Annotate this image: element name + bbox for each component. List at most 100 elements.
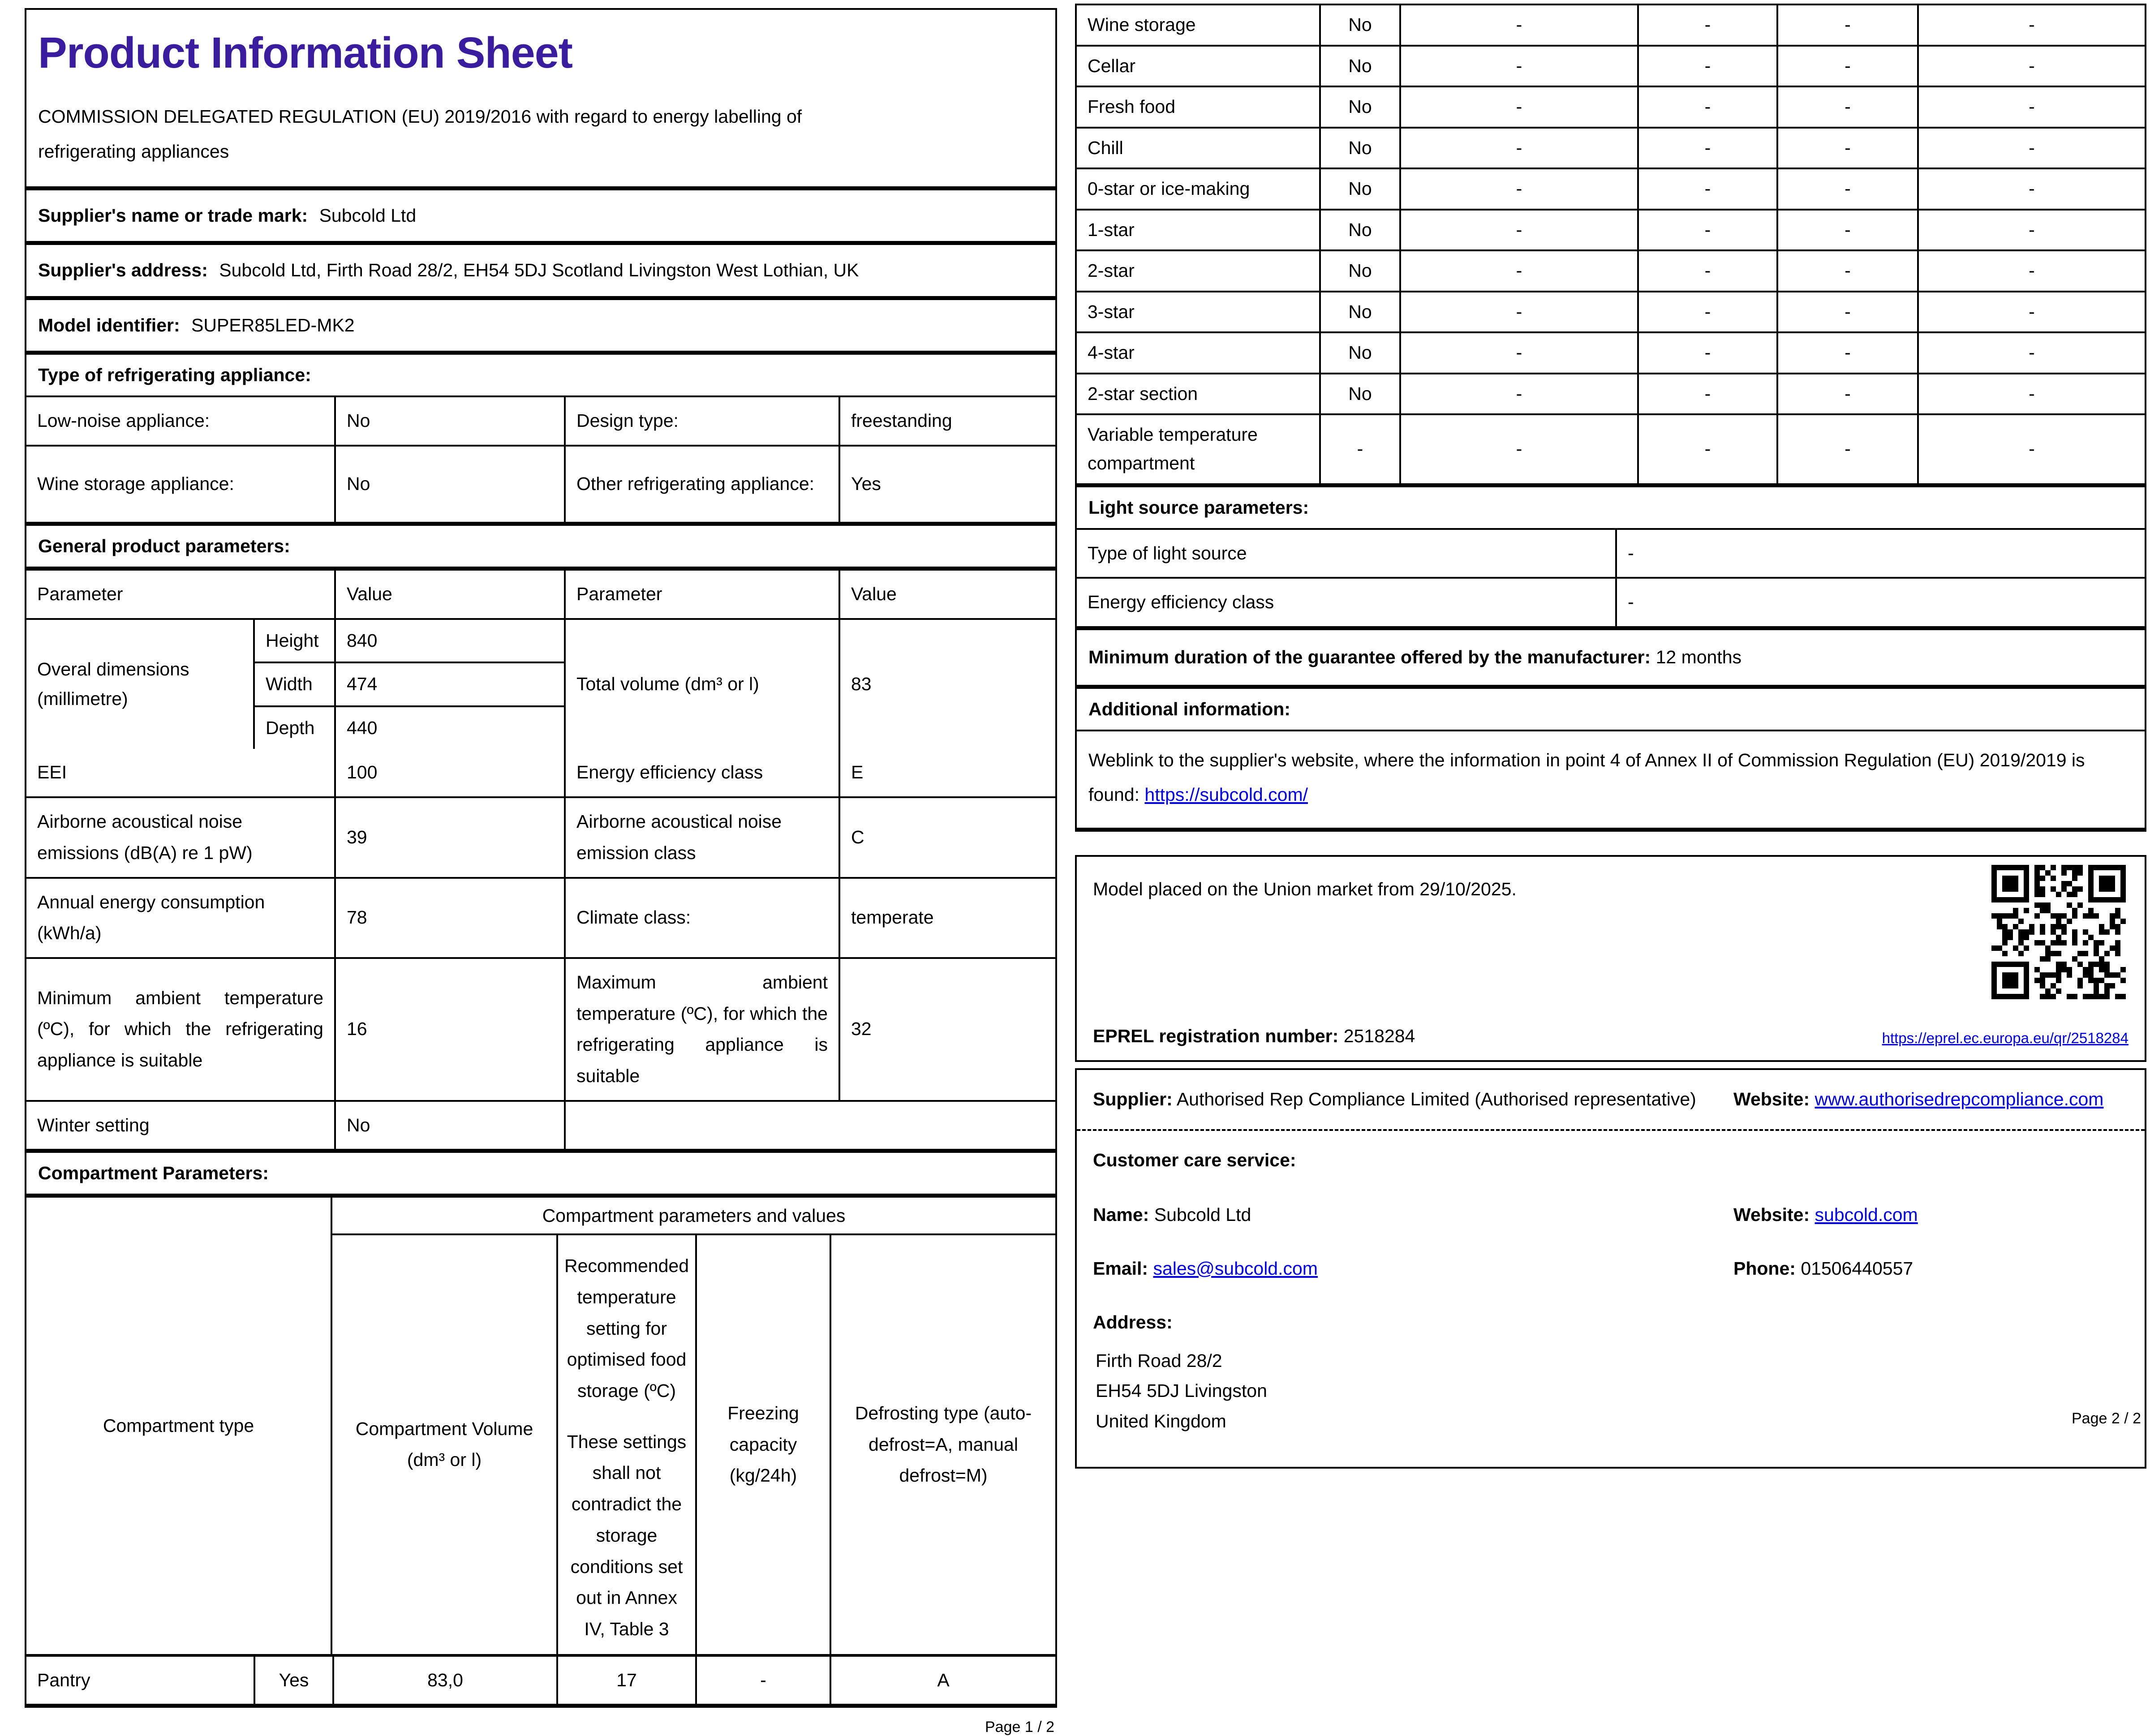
compartment-row-label: Chill	[1077, 129, 1319, 168]
wine-storage-label: Wine storage appliance:	[26, 447, 334, 522]
annual-energy-value: 78	[334, 879, 564, 957]
min-temp-value: 16	[334, 959, 564, 1100]
eei-label: EEI	[26, 749, 334, 796]
general-section-header: General product parameters:	[25, 526, 1057, 571]
compartment-row-temp: -	[1637, 251, 1776, 291]
dimensions-label: Overal dimensions (millimetre)	[26, 620, 253, 749]
compartment-row-volume: -	[1399, 333, 1637, 373]
compartment-row-defrost: -	[1917, 333, 2145, 373]
type-row-1: Low-noise appliance: No Design type: fre…	[26, 397, 1055, 445]
annual-energy-label: Annual energy consumption (kWh/a)	[26, 879, 334, 957]
guarantee-value: 12 months	[1656, 647, 1742, 667]
compartment-row-defrost: -	[1917, 47, 2145, 86]
pantry-volume: 83,0	[332, 1657, 556, 1704]
compartment-row-present: No	[1319, 129, 1399, 168]
compartment-row: 4-star No - - - -	[1077, 331, 2145, 373]
care-website-link[interactable]: subcold.com	[1815, 1204, 1918, 1225]
model-identifier-row: Model identifier: SUPER85LED-MK2	[25, 300, 1057, 355]
compartment-row-label: 0-star or ice-making	[1077, 169, 1319, 209]
compartment-row-volume: -	[1399, 374, 1637, 414]
supplier-label: Supplier:	[1093, 1089, 1173, 1109]
care-email-row: Email: sales@subcold.com Phone: 01506440…	[1093, 1252, 2128, 1286]
compartment-row: Cellar No - - - -	[1077, 45, 2145, 86]
customer-care-section: Customer care service: Name: Subcold Ltd…	[1077, 1131, 2145, 1467]
compartment-row: Chill No - - - -	[1077, 127, 2145, 168]
wine-storage-value: No	[334, 447, 564, 522]
compartment-type-col-header: Compartment type	[26, 1198, 332, 1654]
additional-info-header: Additional information:	[1077, 689, 2145, 731]
type-section: Type of refrigerating appliance: Low-noi…	[25, 355, 1057, 526]
noise-label: Airborne acoustical noise emissions (dB(…	[26, 798, 334, 877]
guarantee-row: Minimum duration of the guarantee offere…	[1075, 630, 2146, 689]
compartment-row: 2-star section No - - - -	[1077, 373, 2145, 414]
compartment-row-volume: -	[1399, 47, 1637, 86]
compartment-row-volume: -	[1399, 87, 1637, 127]
compartment-row-label: 3-star	[1077, 292, 1319, 332]
supplier-website-cell: Website: www.authorisedrepcompliance.com	[1733, 1083, 2128, 1117]
compartment-row-freezing: -	[1776, 251, 1917, 291]
winter-label: Winter setting	[26, 1102, 334, 1149]
care-name-row: Name: Subcold Ltd Website: subcold.com	[1093, 1198, 2128, 1232]
energy-class-value: E	[838, 749, 1055, 796]
temp-col-header-line2: These settings shall not contradict the …	[565, 1427, 688, 1645]
compartment-row-freezing: -	[1776, 129, 1917, 168]
supplier-website-label: Website:	[1733, 1089, 1810, 1109]
compartment-row-freezing: -	[1776, 333, 1917, 373]
climate-value: temperate	[838, 879, 1055, 957]
col-value-1: Value	[334, 571, 564, 618]
compartment-row-present: No	[1319, 292, 1399, 332]
supplier-box: Supplier: Authorised Rep Compliance Limi…	[1075, 1068, 2146, 1469]
light-source-class-value: -	[1615, 579, 2145, 626]
care-address-lines: Firth Road 28/2 EH54 5DJ Livingston Unit…	[1093, 1346, 2128, 1437]
compartment-row-defrost: -	[1917, 169, 2145, 209]
compartment-row-freezing: -	[1776, 87, 1917, 127]
care-address-label: Address:	[1093, 1306, 2128, 1340]
compartment-row-volume: -	[1399, 292, 1637, 332]
compartment-row-defrost: -	[1917, 87, 2145, 127]
design-type-value: freestanding	[838, 397, 1055, 445]
compartment-row-present: No	[1319, 374, 1399, 414]
general-header-row: Parameter Value Parameter Value	[26, 571, 1055, 618]
eprel-value: 2518284	[1344, 1026, 1415, 1046]
compartment-row-label: 4-star	[1077, 333, 1319, 373]
compartment-continuation-table: Wine storage No - - - - Cellar No - - - …	[1075, 4, 2146, 487]
dimension-depth-value: 440	[334, 705, 564, 749]
dimension-height-label: Height	[253, 620, 334, 662]
pantry-label: Pantry	[26, 1657, 254, 1704]
weblink-paragraph: Weblink to the supplier's website, where…	[1077, 731, 2120, 828]
max-temp-value: 32	[838, 959, 1055, 1100]
supplier-value: Authorised Rep Compliance Limited (Autho…	[1177, 1089, 1696, 1109]
eprel-link[interactable]: https://eprel.ec.europa.eu/qr/2518284	[1882, 1030, 2128, 1047]
supplier-address-label: Supplier's address:	[38, 260, 208, 280]
care-phone-cell: Phone: 01506440557	[1733, 1252, 2128, 1286]
supplier-weblink[interactable]: https://subcold.com/	[1144, 784, 1308, 805]
dimensions-row: Overal dimensions (millimetre) Height 84…	[26, 618, 1055, 749]
compartment-row-freezing: -	[1776, 169, 1917, 209]
compartment-row-temp: -	[1637, 47, 1776, 86]
compartment-row-volume: -	[1399, 129, 1637, 168]
compartment-row-label: Cellar	[1077, 47, 1319, 86]
compartment-row-present: No	[1319, 87, 1399, 127]
supplier-website-link[interactable]: www.authorisedrepcompliance.com	[1815, 1089, 2104, 1109]
compartment-row-temp: -	[1637, 211, 1776, 250]
annual-energy-row: Annual energy consumption (kWh/a) 78 Cli…	[26, 877, 1055, 957]
light-source-class-label: Energy efficiency class	[1077, 579, 1615, 626]
light-source-class-row: Energy efficiency class -	[1077, 577, 2145, 626]
supplier-name-label: Supplier's name or trade mark:	[38, 205, 308, 226]
compartment-row-temp: -	[1637, 129, 1776, 168]
compartment-row-present: No	[1319, 5, 1399, 45]
compartment-row-freezing: -	[1776, 415, 1917, 483]
compartment-row-defrost: -	[1917, 129, 2145, 168]
compartment-row-volume: -	[1399, 211, 1637, 250]
care-website-cell: Website: subcold.com	[1733, 1198, 2128, 1232]
compartment-row-temp: -	[1637, 374, 1776, 414]
col-value-2: Value	[838, 571, 1055, 618]
compartment-row-label: 1-star	[1077, 211, 1319, 250]
compartment-row-freezing: -	[1776, 47, 1917, 86]
care-email-link[interactable]: sales@subcold.com	[1153, 1258, 1318, 1279]
supplier-address-row: Supplier's address: Subcold Ltd, Firth R…	[25, 245, 1057, 300]
address-line: EH54 5DJ Livingston	[1093, 1376, 2128, 1406]
compartment-row-temp: -	[1637, 169, 1776, 209]
care-email-label: Email:	[1093, 1258, 1148, 1279]
compartment-row-present: No	[1319, 169, 1399, 209]
